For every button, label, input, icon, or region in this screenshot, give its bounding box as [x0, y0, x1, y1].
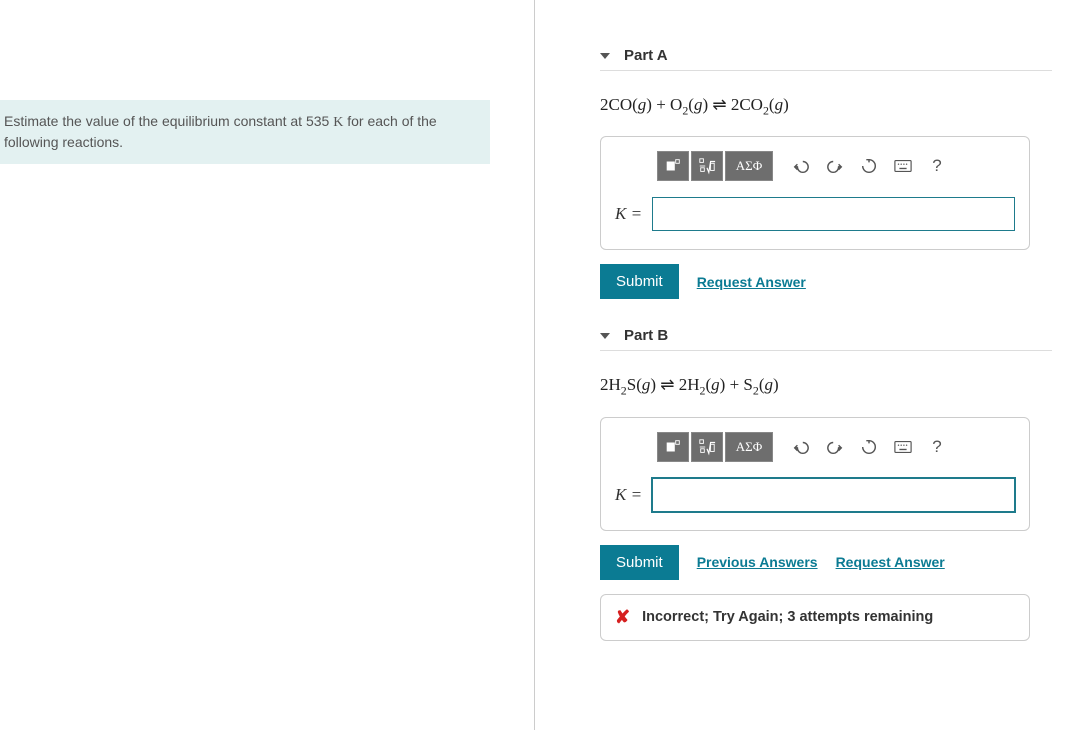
redo-icon — [826, 438, 844, 456]
reset-button[interactable] — [853, 151, 885, 181]
part-a-submit-button[interactable]: Submit — [600, 264, 679, 299]
redo-button[interactable] — [819, 432, 851, 462]
prompt-line2: following reactions. — [4, 134, 123, 150]
reset-button[interactable] — [853, 432, 885, 462]
part-a: Part A 2CO(g) + O2(g) ⇌ 2CO2(g) ΑΣΦ — [600, 47, 1052, 299]
question-panel: Estimate the value of the equilibrium co… — [0, 0, 535, 730]
fraction-root-icon — [698, 438, 716, 456]
fraction-root-button[interactable] — [691, 151, 723, 181]
help-button[interactable]: ? — [921, 151, 953, 181]
part-a-request-answer-link[interactable]: Request Answer — [697, 274, 806, 290]
template-icon — [664, 438, 682, 456]
undo-button[interactable] — [785, 432, 817, 462]
template-button[interactable] — [657, 432, 689, 462]
part-b-feedback: ✘ Incorrect; Try Again; 3 attempts remai… — [600, 594, 1030, 641]
keyboard-icon — [894, 157, 912, 175]
part-b: Part B 2H2S(g) ⇌ 2H2(g) + S2(g) ΑΣΦ — [600, 327, 1052, 640]
question-prompt: Estimate the value of the equilibrium co… — [0, 100, 490, 164]
undo-button[interactable] — [785, 151, 817, 181]
redo-button[interactable] — [819, 151, 851, 181]
greek-letters-button[interactable]: ΑΣΦ — [725, 432, 773, 462]
reset-icon — [860, 438, 878, 456]
feedback-text: Incorrect; Try Again; 3 attempts remaini… — [642, 609, 933, 625]
keyboard-icon — [894, 438, 912, 456]
reset-icon — [860, 157, 878, 175]
prompt-line1b: for each of the — [343, 113, 436, 129]
part-b-submit-button[interactable]: Submit — [600, 545, 679, 580]
k-equals-label: K = — [615, 204, 642, 224]
greek-letters-button[interactable]: ΑΣΦ — [725, 151, 773, 181]
part-b-previous-answers-link[interactable]: Previous Answers — [697, 554, 818, 570]
part-b-request-answer-link[interactable]: Request Answer — [836, 554, 945, 570]
help-button[interactable]: ? — [921, 432, 953, 462]
part-a-title: Part A — [624, 47, 668, 64]
template-button[interactable] — [657, 151, 689, 181]
part-b-header[interactable]: Part B — [600, 327, 1052, 351]
keyboard-button[interactable] — [887, 432, 919, 462]
undo-icon — [792, 438, 810, 456]
template-icon — [664, 157, 682, 175]
incorrect-icon: ✘ — [615, 607, 630, 628]
part-a-answer-box: ΑΣΦ ? K = — [600, 136, 1030, 250]
part-b-title: Part B — [624, 327, 668, 344]
undo-icon — [792, 157, 810, 175]
k-equals-label: K = — [615, 485, 642, 505]
part-a-answer-input[interactable] — [652, 197, 1015, 231]
temp-symbol: K — [333, 115, 343, 130]
prompt-line1a: Estimate the value of the equilibrium co… — [4, 113, 333, 129]
part-b-answer-input[interactable] — [652, 478, 1015, 512]
redo-icon — [826, 157, 844, 175]
part-b-answer-box: ΑΣΦ ? K = — [600, 417, 1030, 531]
caret-down-icon — [600, 333, 610, 339]
answer-panel: Part A 2CO(g) + O2(g) ⇌ 2CO2(g) ΑΣΦ — [535, 0, 1082, 730]
keyboard-button[interactable] — [887, 151, 919, 181]
caret-down-icon — [600, 53, 610, 59]
part-a-equation: 2CO(g) + O2(g) ⇌ 2CO2(g) — [600, 95, 1052, 118]
part-a-header[interactable]: Part A — [600, 47, 1052, 71]
fraction-root-button[interactable] — [691, 432, 723, 462]
fraction-root-icon — [698, 157, 716, 175]
part-b-equation: 2H2S(g) ⇌ 2H2(g) + S2(g) — [600, 375, 1052, 398]
equation-toolbar: ΑΣΦ ? — [657, 151, 1015, 181]
equation-toolbar: ΑΣΦ ? — [657, 432, 1015, 462]
